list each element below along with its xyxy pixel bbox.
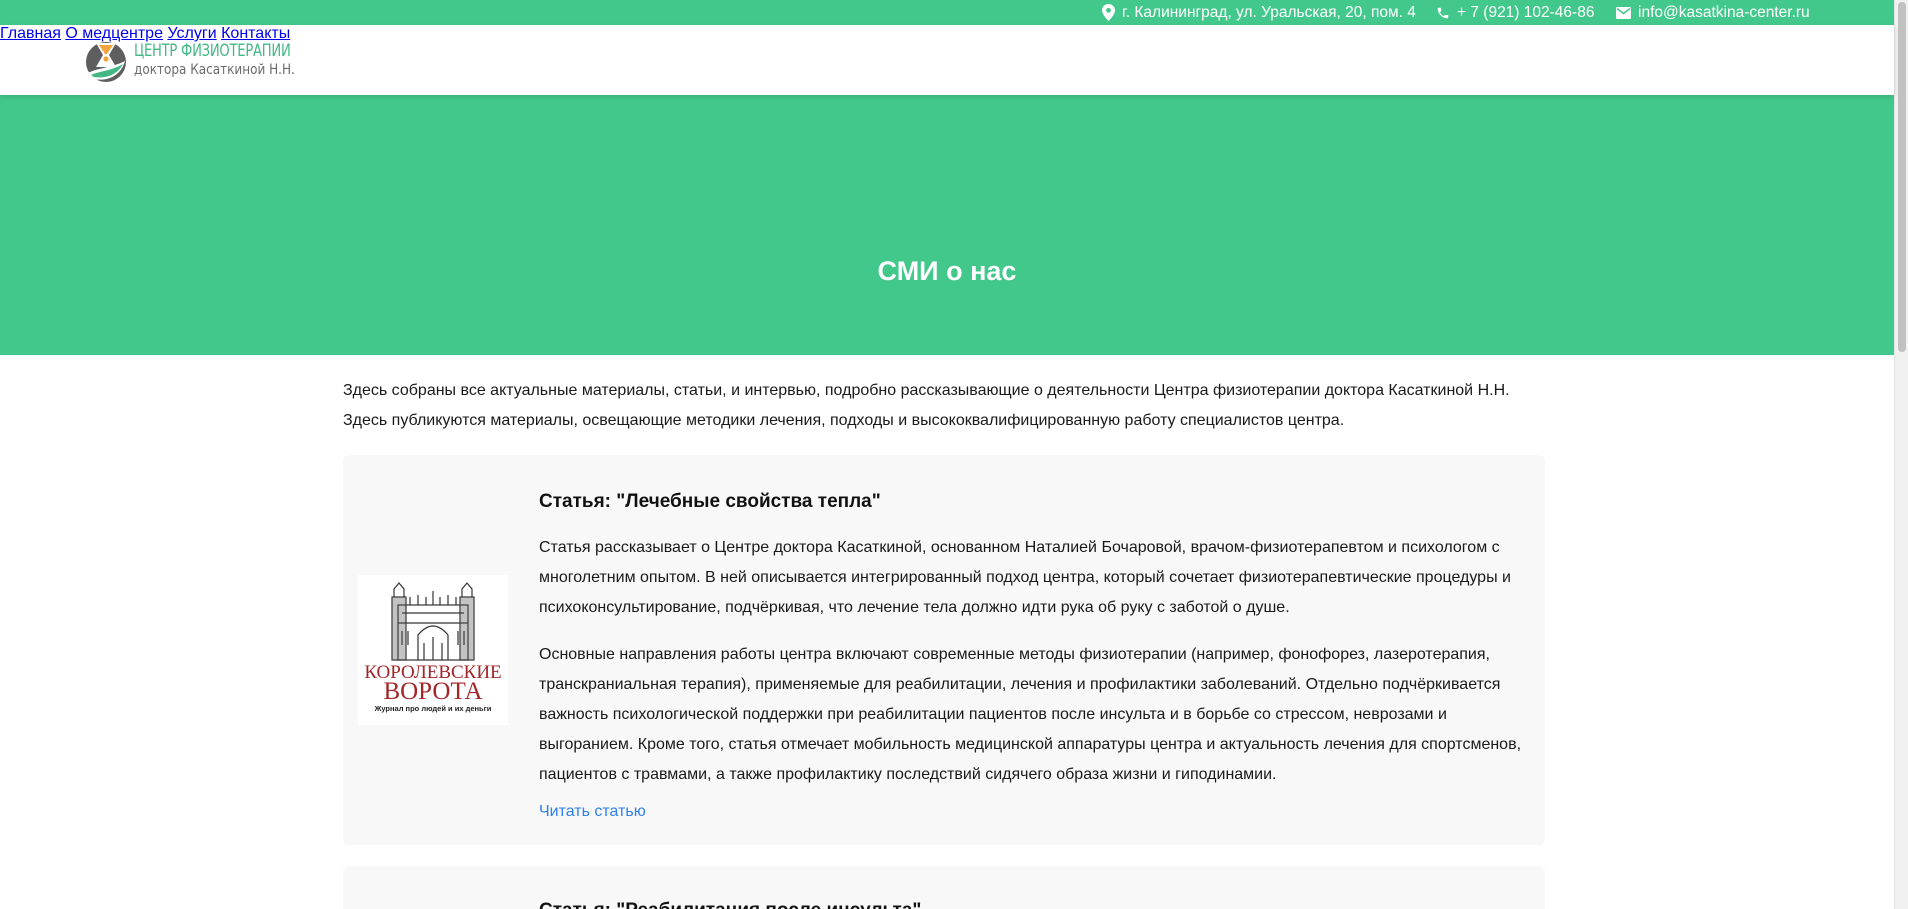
publication-logo-image: КОРОЛЕВСКИЕ ВОРОТА Журнал про людей и их… — [358, 575, 508, 725]
hero-banner: СМИ о нас — [0, 95, 1894, 355]
intro-text: Здесь собраны все актуальные материалы, … — [343, 382, 1510, 429]
site-header: ЦЕНТР ФИЗИОТЕРАПИИ доктора Касаткиной Н.… — [0, 25, 1894, 95]
location-pin-icon — [1102, 4, 1115, 21]
scrollbar-thumb[interactable] — [1898, 2, 1906, 352]
article-paragraph: Основные направления работы центра включ… — [539, 646, 1522, 783]
envelope-icon — [1616, 6, 1631, 19]
royal-gate-logo-icon: КОРОЛЕВСКИЕ ВОРОТА Журнал про людей и их… — [358, 575, 508, 725]
article-paragraph: Статья рассказывает о Центре доктора Кас… — [539, 539, 1511, 616]
logo-emblem-icon — [86, 42, 126, 82]
brand-tagline: Журнал про людей и их деньги — [374, 704, 492, 713]
address-info: г. Калининград, ул. Уральская, 20, пом. … — [1102, 0, 1416, 25]
page-title: СМИ о нас — [877, 256, 1017, 286]
phone-icon — [1437, 7, 1449, 18]
top-info-bar: г. Калининград, ул. Уральская, 20, пом. … — [0, 0, 1894, 25]
page-scrollbar[interactable] — [1894, 0, 1908, 909]
article-card: КОРОЛЕВСКИЕ ВОРОТА Журнал про людей и их… — [343, 455, 1545, 845]
nav-item-home[interactable]: Главная — [0, 25, 61, 42]
article-title: Статья: "Лечебные свойства тепла" — [539, 491, 881, 512]
email-text: info@kasatkina-center.ru — [1638, 3, 1810, 21]
read-article-link[interactable]: Читать статью — [539, 803, 646, 821]
brand-line-2: ВОРОТА — [383, 678, 482, 705]
phone-info[interactable]: + 7 (921) 102-46-86 — [1436, 0, 1594, 25]
logo-subtitle: доктора Касаткиной Н.Н. — [134, 62, 295, 78]
email-info[interactable]: info@kasatkina-center.ru — [1616, 0, 1810, 25]
article-card: Статья: "Реабилитация после инсульта" — [343, 866, 1545, 909]
article-title: Статья: "Реабилитация после инсульта" — [539, 900, 921, 909]
phone-text: + 7 (921) 102-46-86 — [1457, 3, 1595, 21]
logo-title: ЦЕНТР ФИЗИОТЕРАПИИ — [134, 41, 291, 61]
address-text: г. Калининград, ул. Уральская, 20, пом. … — [1122, 3, 1416, 21]
